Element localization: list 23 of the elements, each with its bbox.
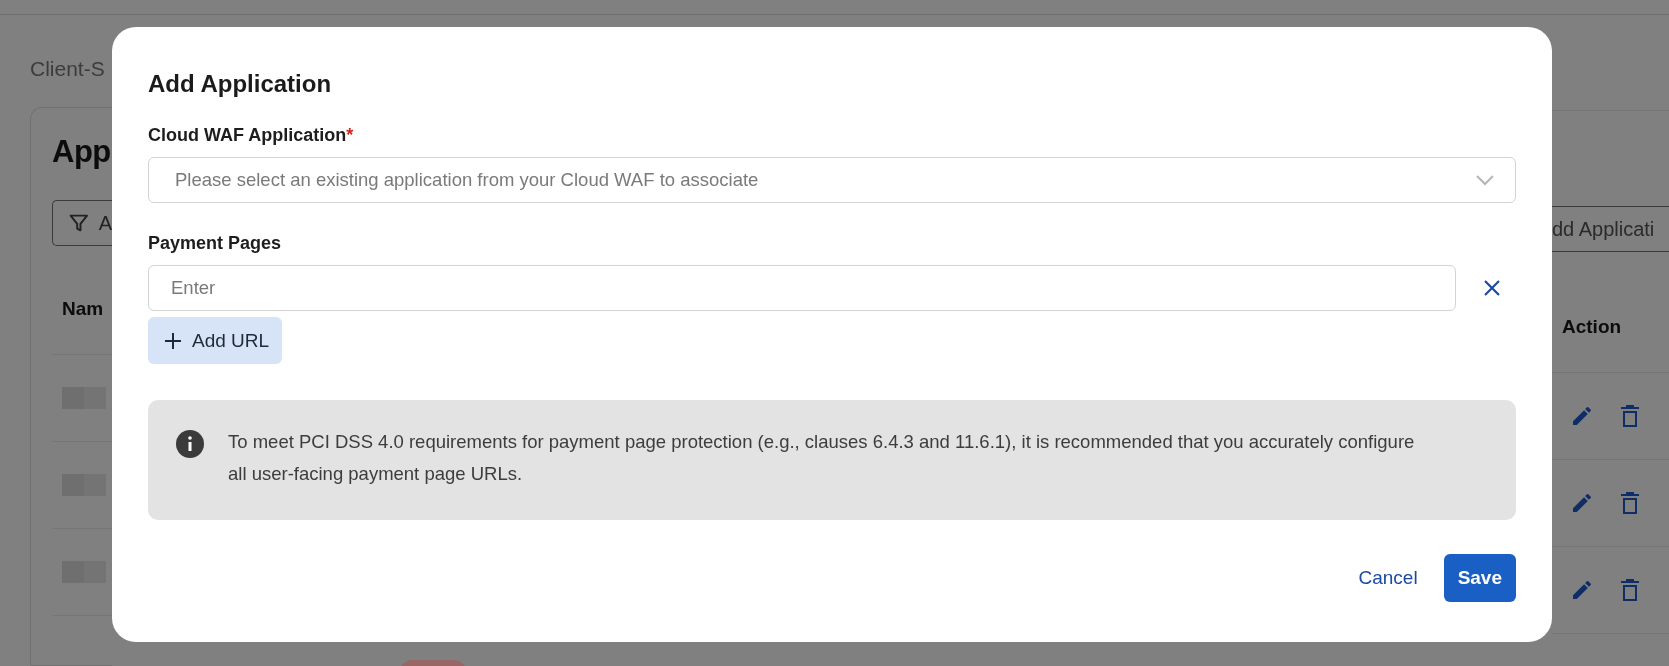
filter-icon (69, 212, 89, 234)
column-header: Action (1561, 316, 1623, 338)
breadcrumb: Client-S (30, 57, 106, 81)
info-text: To meet PCI DSS 4.0 requirements for payment page protection (e.g., clauses 6.4.3 and 11.6.1), it is recommended that you accurately configure all user-facing payment page URLs. (228, 430, 1416, 486)
application-select[interactable]: Please select an existing application from your Cloud WAF to associate (148, 157, 1516, 203)
field-label: Payment Pages (148, 233, 282, 253)
page-heading: App (52, 133, 112, 171)
trash-icon[interactable] (1620, 578, 1640, 602)
column-header: Nam (61, 298, 105, 320)
save-button[interactable]: Save (1443, 554, 1516, 602)
cancel-button[interactable]: Cancel (1354, 563, 1422, 593)
trash-icon[interactable] (1620, 491, 1640, 515)
plus-icon (164, 331, 182, 350)
add-url-button[interactable]: Add URL (148, 317, 283, 364)
trash-icon[interactable] (1620, 404, 1640, 428)
url-input[interactable]: Enter (148, 265, 1456, 311)
chevron-down-icon (1475, 174, 1495, 186)
info-icon (176, 430, 204, 458)
field-label: Cloud WAF Application* (148, 125, 354, 145)
dialog-title: Add Application (148, 69, 333, 99)
edit-icon[interactable] (1570, 491, 1594, 515)
edit-icon[interactable] (1570, 404, 1594, 428)
edit-icon[interactable] (1570, 578, 1594, 602)
